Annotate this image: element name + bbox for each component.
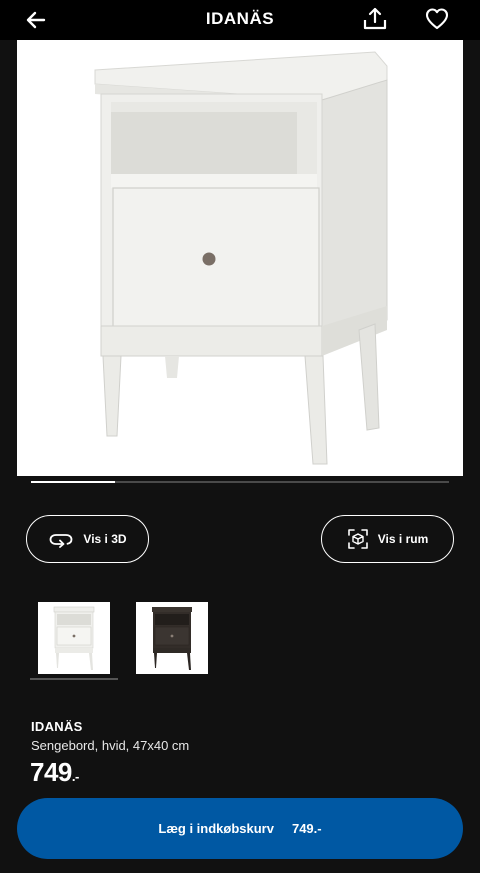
thumbnail-dark-variant[interactable]	[136, 602, 208, 674]
nightstand-white-illustration	[94, 51, 388, 465]
product-description: Sengebord, hvid, 47x40 cm	[31, 738, 190, 753]
product-name: IDANÄS	[31, 719, 83, 734]
rotate-3d-icon	[50, 534, 73, 548]
price-suffix: .-	[71, 769, 79, 784]
view-3d-label: Vis i 3D	[83, 532, 127, 546]
add-to-cart-label: Læg i indkøbskurv	[158, 821, 274, 836]
nightstand-dark-thumb	[152, 607, 192, 670]
view-3d-button[interactable]: Vis i 3D	[26, 515, 149, 563]
price-value: 749	[30, 757, 72, 787]
product-image[interactable]	[17, 40, 463, 476]
ar-cube-icon	[347, 529, 368, 549]
add-to-cart-price: 749.-	[291, 821, 322, 836]
selected-thumbnail-indicator	[30, 678, 118, 680]
top-app-bar: IDANÄS	[0, 0, 480, 40]
view-in-room-button[interactable]: Vis i rum	[321, 515, 454, 563]
page-title: IDANÄS	[205, 9, 275, 28]
view-in-room-label: Vis i rum	[377, 532, 429, 546]
heart-icon[interactable]	[423, 5, 451, 33]
gallery-progress-fill	[31, 481, 115, 483]
thumbnail-white-variant[interactable]	[38, 602, 110, 674]
add-to-cart-button[interactable]: Læg i indkøbskurv 749.-	[17, 798, 463, 859]
gallery-progress	[31, 481, 449, 483]
share-icon[interactable]	[361, 5, 389, 33]
nightstand-white-thumb	[53, 606, 95, 670]
product-price: 749.-	[30, 757, 79, 788]
